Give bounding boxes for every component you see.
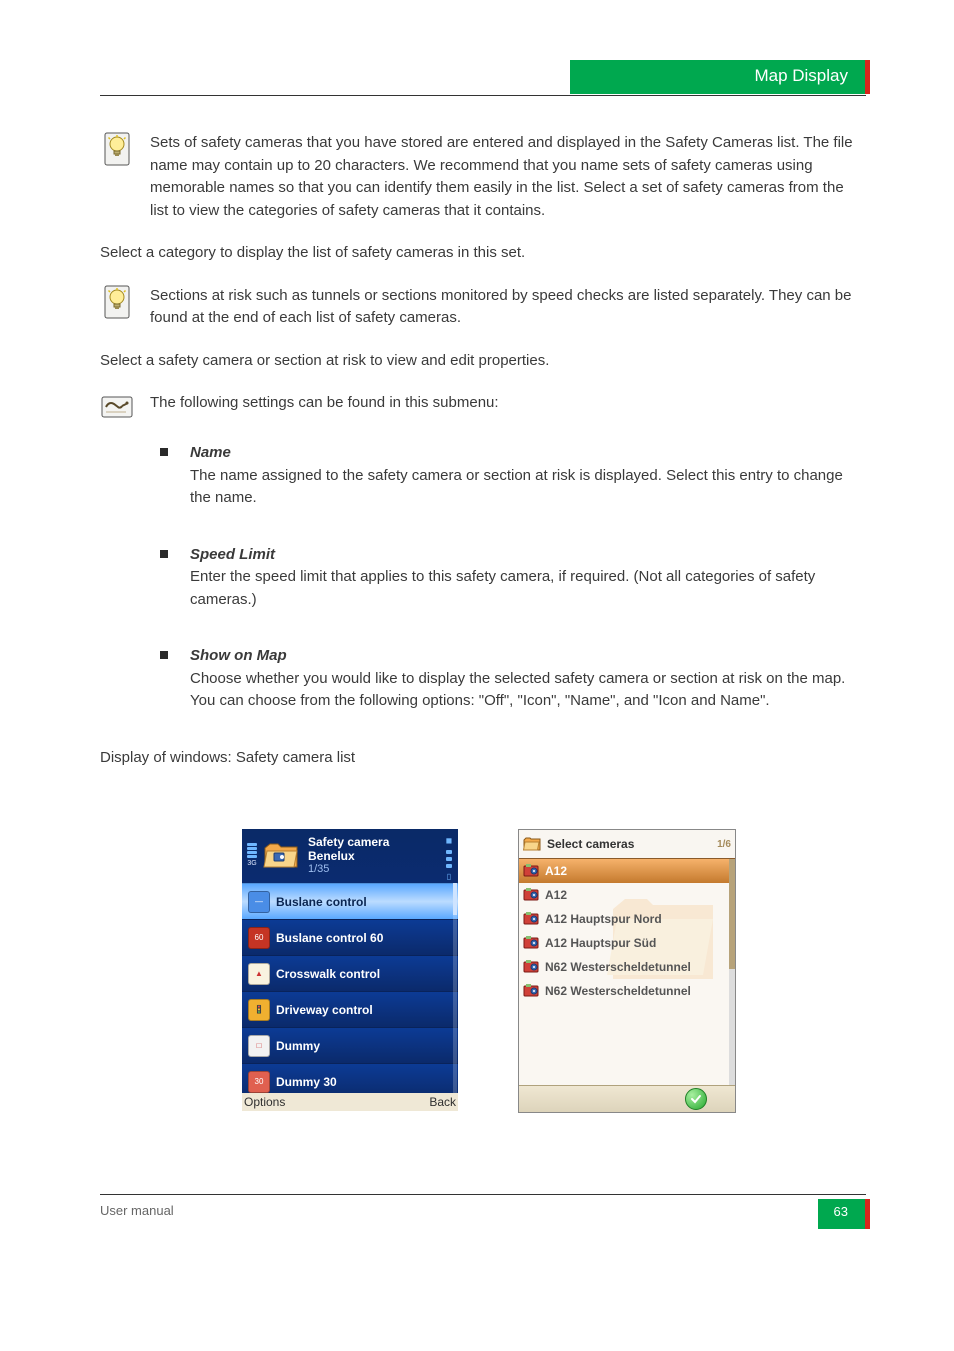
bullet-list: Name The name assigned to the safety cam…: [160, 442, 854, 713]
note-row: The following settings can be found in t…: [100, 392, 854, 422]
camera-icon: [523, 911, 541, 927]
screen2-body: A12 A12 A12 Hauptspur Nord A12 Hauptspur Sü…: [519, 859, 735, 1087]
screen2-header: Select cameras 1/6: [519, 830, 735, 859]
screenshot-select-cameras: Select cameras 1/6 A12 A12 A12 Hauptspur N…: [518, 829, 736, 1113]
list-item-label: A12 Hauptspur Süd: [545, 934, 656, 952]
footer-manual-label: User manual: [100, 1203, 174, 1218]
paragraph-2: Select a safety camera or section at ris…: [100, 350, 854, 373]
signal-icon: 3G: [246, 843, 258, 870]
screen2-count: 1/6: [717, 837, 731, 852]
footer-page-number: 63: [834, 1204, 848, 1219]
camera-icon: [523, 863, 541, 879]
list-item-label: A12 Hauptspur Nord: [545, 910, 662, 928]
status-3g: 3G: [247, 859, 256, 870]
list-item[interactable]: N62 Westerscheldetunnel: [519, 979, 735, 1003]
list-item-label: Buslane control: [276, 893, 367, 911]
screen2-list[interactable]: A12 A12 A12 Hauptspur Nord A12 Hauptspur Sü…: [519, 859, 735, 1003]
bullet-dot-icon: [160, 651, 168, 659]
screen1-title-block: Safety camera Benelux 1/35: [308, 836, 389, 876]
category-icon: 60: [248, 927, 270, 949]
list-item[interactable]: A12 Hauptspur Nord: [519, 907, 735, 931]
list-item-label: N62 Westerscheldetunnel: [545, 982, 691, 1000]
scrollbar-thumb[interactable]: [453, 883, 457, 915]
bullet-item: Speed Limit Enter the speed limit that a…: [160, 544, 854, 612]
hint-row-1: Sets of safety cameras that you have sto…: [100, 132, 854, 222]
category-icon: —: [248, 891, 270, 913]
list-item-label: Driveway control: [276, 1001, 373, 1019]
list-item[interactable]: 🚦 Driveway control: [242, 991, 458, 1027]
scrollbar[interactable]: [453, 883, 457, 1093]
page-header: Map Display: [100, 0, 866, 96]
list-item-label: Dummy 30: [276, 1073, 337, 1091]
screen1-title-line2: Benelux: [308, 850, 389, 864]
list-item[interactable]: A12: [519, 883, 735, 907]
screenshots-row: 3G Safety camera Benelux 1/35 ◼: [242, 829, 854, 1113]
list-item[interactable]: A12: [519, 859, 735, 883]
list-item-label: N62 Westerscheldetunnel: [545, 958, 691, 976]
list-item-label: Crosswalk control: [276, 965, 380, 983]
screen1-title-line1: Safety camera: [308, 836, 389, 850]
bullet-desc: Enter the speed limit that applies to th…: [190, 568, 815, 608]
camera-icon: [523, 983, 541, 999]
softkey-back[interactable]: Back: [429, 1093, 456, 1111]
list-item[interactable]: A12 Hauptspur Süd: [519, 931, 735, 955]
screen2-footer: [519, 1085, 735, 1112]
note-hand-icon: [100, 392, 134, 422]
bullet-text: Speed Limit Enter the speed limit that a…: [190, 544, 854, 612]
screen1-header: 3G Safety camera Benelux 1/35 ◼: [242, 829, 458, 883]
bullet-dot-icon: [160, 448, 168, 456]
camera-icon: [523, 935, 541, 951]
lightbulb-icon: [100, 285, 134, 319]
folder-icon: [523, 837, 541, 851]
list-item[interactable]: ▲ Crosswalk control: [242, 955, 458, 991]
windows-list-label: Display of windows: Safety camera list: [100, 747, 854, 770]
screen1-list[interactable]: — Buslane control 60 Buslane control 60 ▲ Cro…: [242, 883, 458, 1099]
header-title: Map Display: [754, 66, 848, 86]
scrollbar-thumb[interactable]: [729, 859, 735, 969]
folder-icon: [262, 840, 302, 872]
bullet-label: Name: [190, 444, 231, 461]
category-icon: 🚦: [248, 999, 270, 1021]
category-icon: 30: [248, 1071, 270, 1093]
content: Sets of safety cameras that you have sto…: [100, 132, 854, 1113]
hint-text-1: Sets of safety cameras that you have sto…: [150, 132, 854, 222]
note-text: The following settings can be found in t…: [150, 392, 854, 415]
softkey-options[interactable]: Options: [244, 1093, 285, 1111]
list-item-label: A12: [545, 886, 567, 904]
screenshot-safety-camera-benelux: 3G Safety camera Benelux 1/35 ◼: [242, 829, 458, 1111]
hint-text-2: Sections at risk such as tunnels or sect…: [150, 285, 854, 330]
bullet-text: Show on Map Choose whether you would lik…: [190, 645, 854, 713]
screen2-title: Select cameras: [547, 835, 634, 853]
page-footer: User manual 63: [100, 1194, 866, 1231]
battery-icon: ◼ ▯: [444, 835, 454, 883]
hint-row-2: Sections at risk such as tunnels or sect…: [100, 285, 854, 330]
bullet-label: Speed Limit: [190, 546, 275, 563]
lightbulb-icon: [100, 132, 134, 166]
screen1-softkeys: Options Back: [242, 1093, 458, 1111]
bullet-desc: Choose whether you would like to display…: [190, 670, 845, 710]
list-item[interactable]: N62 Westerscheldetunnel: [519, 955, 735, 979]
list-item[interactable]: 60 Buslane control 60: [242, 919, 458, 955]
bullet-label: Show on Map: [190, 647, 287, 664]
bullet-item: Show on Map Choose whether you would lik…: [160, 645, 854, 713]
screen1-count: 1/35: [308, 863, 389, 876]
list-item[interactable]: — Buslane control: [242, 883, 458, 919]
list-item-label: Dummy: [276, 1037, 320, 1055]
list-item-label: A12: [545, 862, 567, 880]
camera-icon: [523, 887, 541, 903]
list-item-label: Buslane control 60: [276, 929, 383, 947]
paragraph-1: Select a category to display the list of…: [100, 242, 854, 265]
bullet-text: Name The name assigned to the safety cam…: [190, 442, 854, 510]
category-icon: □: [248, 1035, 270, 1057]
bullet-item: Name The name assigned to the safety cam…: [160, 442, 854, 510]
list-item[interactable]: □ Dummy: [242, 1027, 458, 1063]
scrollbar[interactable]: [729, 859, 735, 1087]
header-bar-accent: [865, 60, 870, 94]
bullet-desc: The name assigned to the safety camera o…: [190, 467, 843, 507]
ok-button[interactable]: [685, 1088, 707, 1110]
bullet-dot-icon: [160, 550, 168, 558]
footer-badge-accent: [865, 1199, 870, 1229]
category-icon: ▲: [248, 963, 270, 985]
camera-icon: [523, 959, 541, 975]
